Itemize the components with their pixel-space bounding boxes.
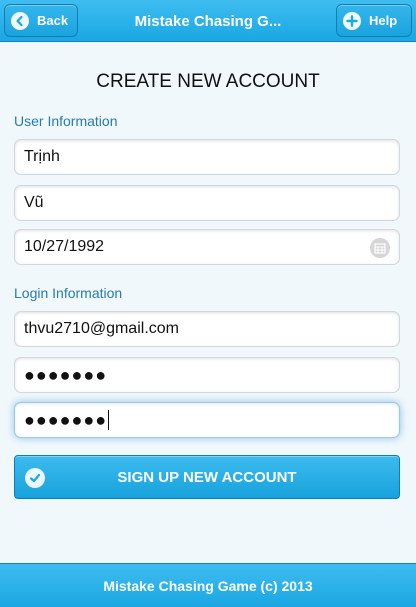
first-name-field[interactable]: Trịnh [14,139,400,175]
header-bar: Back Mistake Chasing G... Help [0,0,416,42]
password-value: ●●●●●●● [24,364,108,385]
first-name-value: Trịnh [24,148,60,165]
text-cursor [108,410,110,430]
last-name-field[interactable]: Vũ [14,185,400,221]
login-information-label: Login Information [14,285,123,301]
help-button-label: Help [369,13,398,28]
password-field[interactable]: ●●●●●●● [14,357,400,393]
back-button[interactable]: Back [4,4,78,37]
app-title: Mistake Chasing G... [134,12,282,30]
back-button-label: Back [37,13,69,28]
help-button[interactable]: Help [336,4,412,37]
birthdate-value: 10/27/1992 [24,238,105,255]
birthdate-field[interactable]: 10/27/1992 [14,229,400,265]
sign-up-button-label: SIGN UP NEW ACCOUNT [117,468,297,486]
check-icon [25,468,45,488]
footer-bar: Mistake Chasing Game (c) 2013 [0,563,416,607]
email-value: thvu2710@gmail.com [24,320,179,337]
sign-up-button[interactable]: SIGN UP NEW ACCOUNT [14,455,400,499]
footer-text: Mistake Chasing Game (c) 2013 [103,577,313,594]
page-title: CREATE NEW ACCOUNT [96,71,320,92]
confirm-password-field[interactable]: ●●●●●●● [14,402,400,438]
last-name-value: Vũ [24,194,44,211]
email-field[interactable]: thvu2710@gmail.com [14,311,400,347]
confirm-password-value: ●●●●●●● [24,409,108,430]
plus-icon [343,11,361,30]
arrow-left-icon [11,11,29,30]
user-information-label: User Information [14,113,118,129]
calendar-icon[interactable] [370,238,390,258]
